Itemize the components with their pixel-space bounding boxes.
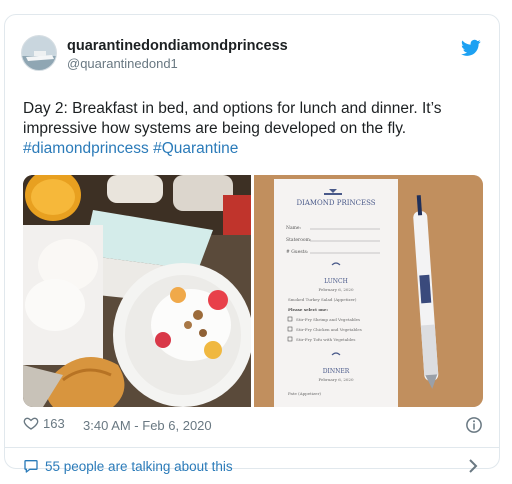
menu-dinner-date: February 6, 2020 [318, 377, 354, 382]
divider [5, 447, 499, 448]
media-grid[interactable]: DIAMOND PRINCESS Name: Stateroom: # Gues… [23, 175, 483, 407]
info-icon[interactable] [465, 416, 483, 434]
menu-brand: DIAMOND PRINCESS [296, 199, 375, 207]
twitter-bird-icon[interactable] [461, 39, 481, 57]
tweet-header: quarantinedondiamondprincess @quarantine… [21, 35, 485, 79]
talking-link[interactable]: 55 people are talking about this [23, 458, 233, 474]
user-handle[interactable]: @quarantinedond1 [67, 55, 288, 72]
conversation-link[interactable]: 55 people are talking about this [23, 455, 481, 479]
breakfast-photo[interactable] [23, 175, 251, 407]
like-count: 163 [43, 415, 65, 431]
menu-card-photo[interactable]: DIAMOND PRINCESS Name: Stateroom: # Gues… [254, 175, 483, 407]
menu-lunch-starter: Smoked Turkey Salad (Appetizer) [288, 297, 357, 302]
avatar[interactable] [21, 35, 57, 71]
speech-bubble-icon [24, 460, 38, 473]
tweet-card: quarantinedondiamondprincess @quarantine… [4, 14, 500, 474]
menu-field-name: Name: [286, 225, 302, 231]
menu-dinner-starter: Pate (Appetizer) [288, 391, 321, 396]
menu-lunch-date: February 6, 2020 [318, 287, 354, 292]
menu-field-guests: # Guests: [286, 249, 309, 255]
tweet-meta: 163 3:40 AM - Feb 6, 2020 [23, 415, 483, 435]
chevron-right-icon[interactable] [467, 459, 479, 473]
menu-field-stateroom: Stateroom: [286, 237, 312, 243]
menu-select-label: Please select one: [288, 307, 329, 312]
menu-lunch-option: Stir-Fry Tofu with Vegetables [296, 337, 355, 342]
heart-icon[interactable] [23, 415, 39, 431]
menu-lunch-option: Stir-Fry Shrimp and Vegetables [296, 317, 360, 322]
tweet-text: Day 2: Breakfast in bed, and options for… [23, 99, 483, 159]
menu-lunch-title: LUNCH [324, 278, 348, 285]
menu-lunch-option: Stir-Fry Chicken and Vegetables [296, 327, 362, 332]
timestamp-link[interactable]: 3:40 AM - Feb 6, 2020 [83, 418, 212, 433]
author-names[interactable]: quarantinedondiamondprincess @quarantine… [67, 37, 288, 72]
hashtag-links[interactable]: #diamondprincess #Quarantine [23, 140, 238, 157]
tweet-body: Day 2: Breakfast in bed, and options for… [23, 100, 442, 137]
menu-dinner-title: DINNER [323, 368, 350, 375]
display-name[interactable]: quarantinedondiamondprincess [67, 37, 288, 55]
like-button[interactable]: 163 [23, 415, 65, 431]
talking-label[interactable]: 55 people are talking about this [45, 459, 233, 474]
